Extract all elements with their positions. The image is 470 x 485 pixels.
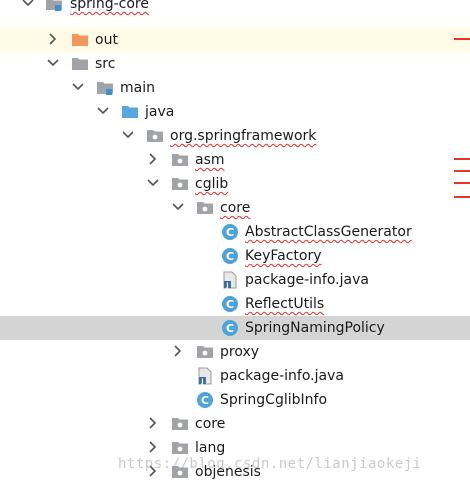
gray-folder-icon: [96, 79, 114, 97]
tree-node-src[interactable]: src: [0, 52, 470, 76]
chevron-down-icon[interactable]: [172, 200, 184, 214]
chevron-right-icon[interactable]: [47, 32, 59, 46]
chevron-right-icon[interactable]: [172, 344, 184, 358]
chevron-down-icon[interactable]: [22, 0, 34, 10]
tree-node-label: out: [95, 32, 118, 48]
tree-node-label: cglib: [195, 176, 229, 192]
tree-node-key-factory[interactable]: C KeyFactory: [0, 244, 470, 268]
tree-node-label: package-info.java: [220, 368, 344, 384]
package-icon: [171, 415, 189, 433]
package-icon: [171, 151, 189, 169]
chevron-down-icon[interactable]: [147, 176, 159, 190]
tree-node-spring-cglib-info[interactable]: C SpringCglibInfo: [0, 388, 470, 412]
module-folder-icon: [45, 0, 63, 13]
chevron-down-icon[interactable]: [122, 128, 134, 142]
tree-node-core[interactable]: core: [0, 196, 470, 220]
class-icon: C: [196, 391, 214, 409]
tree-node-core[interactable]: core: [0, 412, 470, 436]
tree-node-label: AbstractClassGenerator: [245, 224, 412, 240]
tree-node-reflect-utils[interactable]: C ReflectUtils: [0, 292, 470, 316]
package-icon: [171, 175, 189, 193]
tree-node-label: KeyFactory: [245, 248, 322, 264]
svg-text:C: C: [226, 298, 234, 311]
tree-node-spring-naming-policy[interactable]: C SpringNamingPolicy: [0, 316, 470, 340]
chevron-down-icon[interactable]: [72, 80, 84, 94]
tree-node-abstract-class-generator[interactable]: C AbstractClassGenerator: [0, 220, 470, 244]
source-folder-icon: [121, 103, 139, 121]
svg-text:J: J: [200, 378, 203, 385]
tree-node-org-springframework[interactable]: org.springframework: [0, 124, 470, 148]
java-file-icon: J: [196, 367, 214, 385]
tree-node-asm[interactable]: asm: [0, 148, 470, 172]
orange-folder-icon: [71, 31, 89, 49]
svg-text:C: C: [226, 322, 234, 335]
tree-node-label: asm: [195, 152, 225, 168]
package-icon: [196, 199, 214, 217]
error-stripe-mark[interactable]: [454, 158, 470, 160]
tree-node-label: lang: [195, 440, 226, 456]
class-icon: C: [221, 247, 239, 265]
svg-text:C: C: [226, 250, 234, 263]
tree-node-proxy[interactable]: proxy: [0, 340, 470, 364]
svg-text:C: C: [201, 394, 209, 407]
tree-node-out[interactable]: out: [0, 28, 470, 52]
tree-node-package-info-java[interactable]: J package-info.java: [0, 364, 470, 388]
tree-node-label: package-info.java: [245, 272, 369, 288]
tree-node-label: ReflectUtils: [245, 296, 325, 312]
package-icon: [146, 127, 164, 145]
tree-node-label: objenesis: [195, 464, 261, 480]
tree-node-label: core: [220, 200, 251, 216]
tree-node-label: java: [145, 104, 175, 120]
tree-node-label: proxy: [220, 344, 260, 360]
error-stripe-mark[interactable]: [454, 38, 470, 40]
gray-folder-icon: [71, 55, 89, 73]
tree-node-cglib[interactable]: cglib: [0, 172, 470, 196]
error-stripe-mark[interactable]: [454, 170, 470, 172]
chevron-right-icon[interactable]: [147, 440, 159, 454]
class-icon: C: [221, 295, 239, 313]
package-icon: [171, 439, 189, 457]
chevron-right-icon[interactable]: [147, 464, 159, 478]
tree-node-spring-core[interactable]: spring-core: [0, 0, 470, 16]
java-file-icon: J: [221, 271, 239, 289]
tree-node-main[interactable]: main: [0, 76, 470, 100]
tree-node-label: SpringCglibInfo: [220, 392, 328, 408]
chevron-down-icon[interactable]: [97, 104, 109, 118]
project-tree: spring-core out src main java org.spring…: [0, 0, 470, 485]
error-stripe-mark[interactable]: [454, 182, 470, 184]
tree-node-java[interactable]: java: [0, 100, 470, 124]
tree-node-objenesis[interactable]: objenesis: [0, 460, 470, 484]
chevron-down-icon[interactable]: [47, 56, 59, 70]
tree-node-lang[interactable]: lang: [0, 436, 470, 460]
class-icon: C: [221, 223, 239, 241]
package-icon: [196, 343, 214, 361]
chevron-right-icon[interactable]: [147, 416, 159, 430]
svg-text:J: J: [225, 282, 228, 289]
tree-node-label: main: [120, 80, 155, 96]
tree-node-package-info-java[interactable]: J package-info.java: [0, 268, 470, 292]
package-icon: [171, 463, 189, 481]
tree-node-label: src: [95, 56, 116, 72]
tree-node-label: core: [195, 416, 226, 432]
svg-text:C: C: [226, 226, 234, 239]
tree-node-label: spring-core: [70, 0, 149, 12]
tree-node-label: org.springframework: [170, 128, 317, 144]
chevron-right-icon[interactable]: [147, 152, 159, 166]
tree-node-label: SpringNamingPolicy: [245, 320, 385, 336]
class-icon: C: [221, 319, 239, 337]
